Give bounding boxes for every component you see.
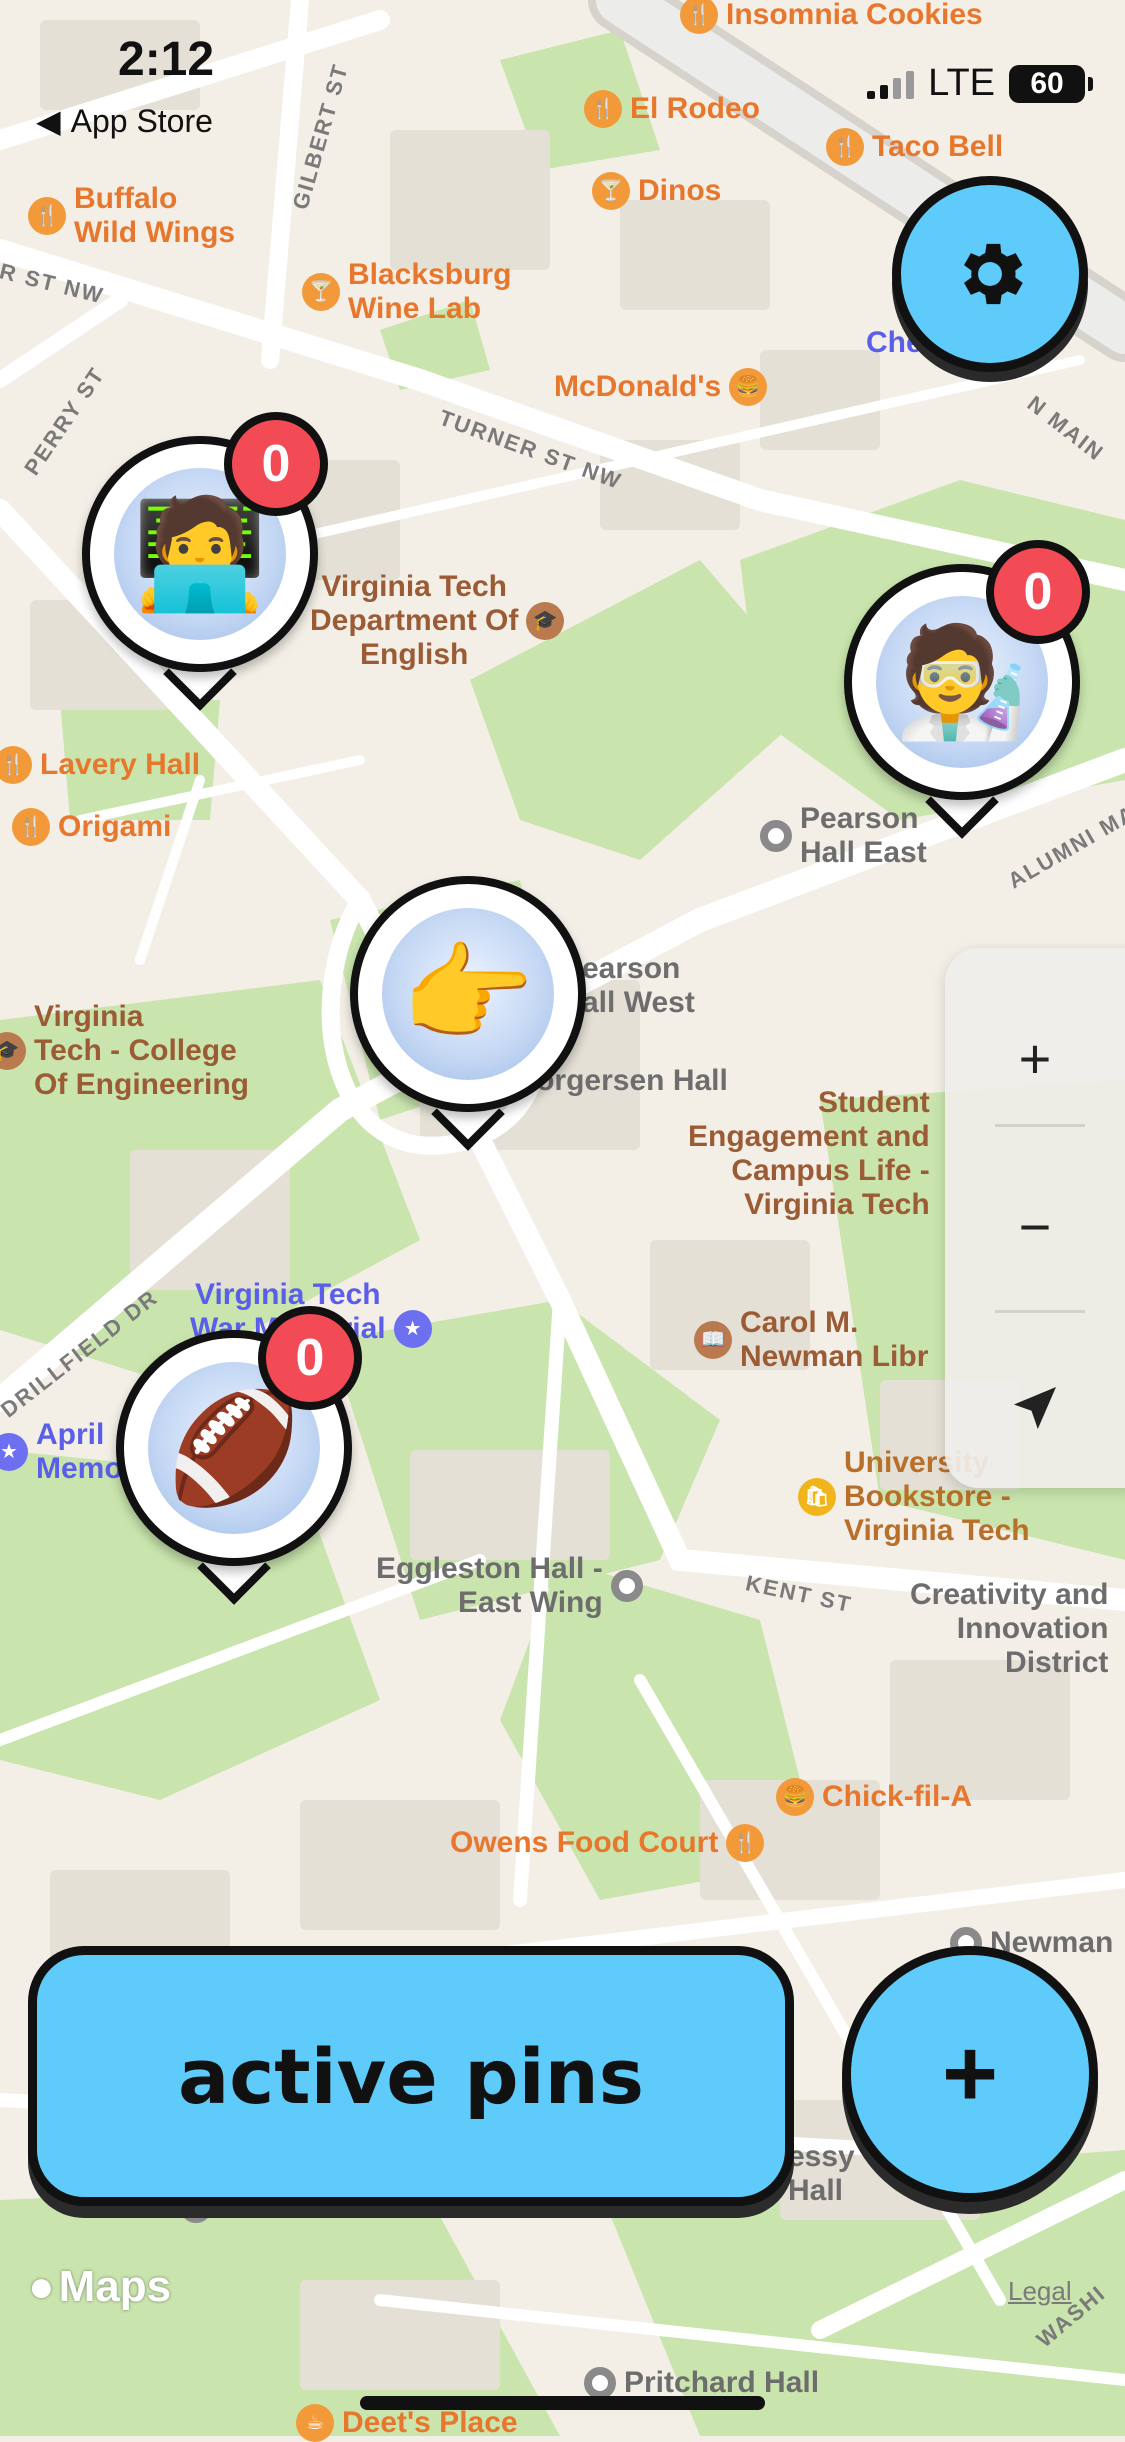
fastfood-icon: 🍔 (729, 368, 767, 406)
food-icon: 🍴 (726, 1824, 764, 1862)
star-icon: ★ (394, 1310, 432, 1348)
poi-april-memorial[interactable]: ★April Memo (0, 1418, 123, 1486)
poi-buffalo-wild-wings[interactable]: 🍴Buffalo Wild Wings (28, 182, 235, 250)
landmark-dot-icon (611, 1570, 643, 1602)
location-arrow-icon (1007, 1380, 1063, 1436)
coffee-icon: ☕ (296, 2404, 334, 2442)
food-icon: 🍴 (826, 128, 864, 166)
poi-insomnia-cookies[interactable]: 🍴Insomnia Cookies (680, 0, 983, 34)
gear-icon (949, 233, 1031, 315)
legal-link[interactable]: Legal (1008, 2276, 1072, 2307)
poi-blacksburg-wine-lab[interactable]: 🍸Blacksburg Wine Lab (302, 258, 511, 326)
star-icon: ★ (0, 1433, 28, 1471)
back-to-app-link[interactable]: ◀App Store (36, 102, 213, 140)
status-time: 2:12 (118, 32, 214, 87)
poi-pritchard-hall[interactable]: Pritchard Hall (584, 2366, 819, 2400)
poi-el-rodeo[interactable]: 🍴El Rodeo (584, 90, 760, 128)
signal-icon (867, 69, 914, 99)
pointing-hand-icon: 👉 (382, 908, 554, 1080)
settings-button[interactable] (892, 176, 1088, 372)
food-icon: 🍴 (28, 197, 66, 235)
poi-origami[interactable]: 🍴Origami (12, 808, 171, 846)
poi-lavery-hall[interactable]: 🍴Lavery Hall (0, 746, 200, 784)
poi-creativity-innovation-district[interactable]: Creativity and Innovation District (910, 1578, 1108, 1680)
shopping-bag-icon: 🛍 (798, 1478, 836, 1516)
zoom-out-button[interactable]: − (945, 1136, 1125, 1316)
poi-taco-bell[interactable]: 🍴Taco Bell (826, 128, 1003, 166)
poi-vt-dept-english[interactable]: 🎓Virginia Tech Department Of English (310, 570, 564, 672)
food-icon: 🍴 (0, 746, 32, 784)
apple-maps-logo: ●Maps (28, 2262, 171, 2312)
poi-dinos[interactable]: 🍸Dinos (592, 172, 721, 210)
fastfood-icon: 🍔 (776, 1778, 814, 1816)
active-pins-button[interactable]: active pins (28, 1946, 794, 2206)
status-indicators: LTE 60 (867, 62, 1085, 105)
map-pin[interactable]: 🧑‍💻 0 (82, 436, 318, 686)
locate-me-button[interactable] (945, 1318, 1125, 1498)
poi-vt-college-engineering[interactable]: 🎓Virginia Tech - College Of Engineering (0, 1000, 249, 1102)
back-arrow-icon: ◀ (36, 102, 61, 140)
poi-chick-fil-a[interactable]: 🍔Chick-fil-A (776, 1778, 972, 1816)
book-icon: 📖 (694, 1321, 732, 1359)
battery-icon: 60 (1009, 65, 1085, 103)
zoom-in-button[interactable]: + (945, 968, 1125, 1148)
poi-pearson-hall-west[interactable]: earson all West (582, 952, 695, 1020)
apple-logo-icon: ● (28, 2262, 55, 2312)
poi-eggleston-hall[interactable]: Eggleston Hall - East Wing (376, 1552, 643, 1620)
pin-count-badge: 0 (258, 1306, 362, 1410)
pin-count-badge: 0 (224, 412, 328, 516)
poi-mcdonalds[interactable]: 🍔McDonald's (554, 368, 767, 406)
bar-icon: 🍸 (592, 172, 630, 210)
network-label: LTE (928, 62, 995, 105)
pin-count-badge: 0 (986, 540, 1090, 644)
poi-newman-library[interactable]: 📖Carol M. Newman Libr (694, 1306, 928, 1374)
poi-hall[interactable]: essy Hall (788, 2140, 855, 2208)
map-zoom-controls: + − (945, 948, 1125, 1488)
landmark-dot-icon (584, 2367, 616, 2399)
food-icon: 🍴 (584, 90, 622, 128)
battery-level: 60 (1030, 67, 1063, 101)
map-pin[interactable]: 🏈 0 (116, 1330, 352, 1580)
map-pin[interactable]: 🧑‍🔬 0 (844, 564, 1080, 814)
graduation-cap-icon: 🎓 (526, 602, 564, 640)
food-icon: 🍴 (12, 808, 50, 846)
poi-student-engagement[interactable]: Student Engagement and Campus Life - Vir… (688, 1086, 930, 1222)
food-icon: 🍴 (680, 0, 718, 34)
graduation-cap-icon: 🎓 (0, 1032, 26, 1070)
poi-owens-food-court[interactable]: 🍴Owens Food Court (450, 1824, 764, 1862)
current-user-pin[interactable]: 👉 (350, 876, 586, 1126)
landmark-dot-icon (760, 820, 792, 852)
home-indicator[interactable] (360, 2396, 765, 2410)
bar-icon: 🍸 (302, 273, 340, 311)
add-pin-button[interactable]: + (842, 1946, 1098, 2202)
